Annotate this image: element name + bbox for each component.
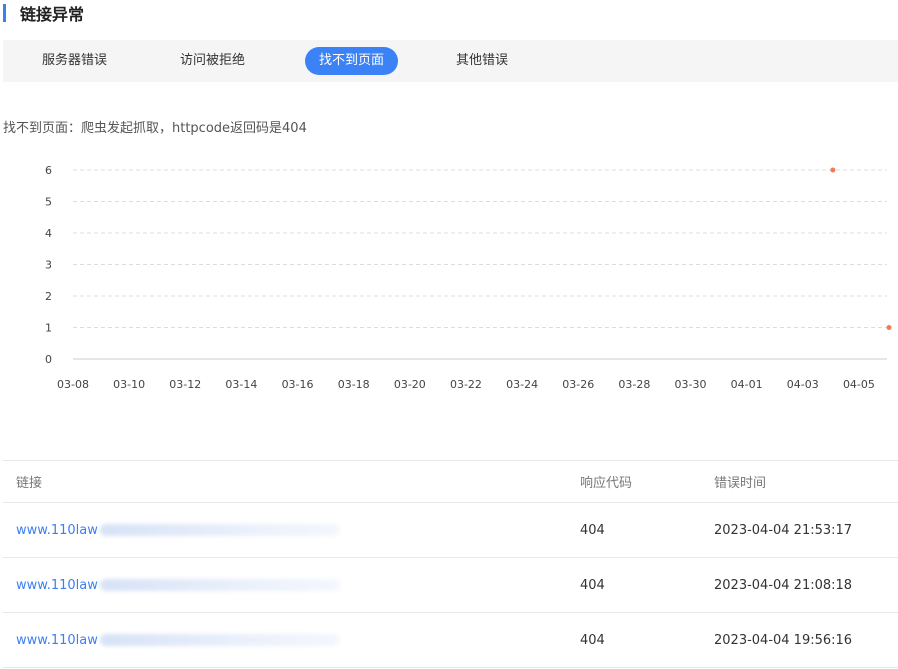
row-link[interactable]: www.110law bbox=[16, 633, 98, 648]
row-error-time: 2023-04-04 21:08:18 bbox=[714, 577, 853, 593]
title-accent-bar bbox=[3, 4, 6, 22]
x-tick-label: 03-12 bbox=[169, 378, 201, 391]
row-link-cell: www.110law bbox=[16, 503, 340, 557]
header-link: 链接 bbox=[16, 476, 43, 491]
x-tick-label: 03-16 bbox=[282, 378, 314, 391]
tab-access-denied[interactable]: 访问被拒绝 bbox=[180, 47, 245, 75]
link-anomaly-panel: 链接异常 服务器错误 访问被拒绝 找不到页面 其他错误 找不到页面：爬虫发起抓取… bbox=[0, 0, 898, 669]
x-tick-label: 03-24 bbox=[506, 378, 538, 391]
tab-other-errors[interactable]: 其他错误 bbox=[456, 47, 508, 75]
x-tick-label: 04-05 bbox=[843, 378, 875, 391]
x-tick-label: 03-14 bbox=[225, 378, 257, 391]
y-tick-label: 1 bbox=[45, 322, 52, 335]
row-response-code: 404 bbox=[580, 522, 605, 538]
table-row: www.110law 404 2023-04-04 21:53:17 bbox=[3, 503, 898, 558]
redacted-url-blur bbox=[99, 579, 340, 591]
header-error-time: 错误时间 bbox=[714, 476, 767, 491]
row-link-cell: www.110law bbox=[16, 613, 340, 667]
table-header: 链接 响应代码 错误时间 bbox=[3, 461, 898, 503]
row-link[interactable]: www.110law bbox=[16, 578, 98, 593]
row-error-time: 2023-04-04 19:56:16 bbox=[714, 632, 853, 648]
y-tick-label: 3 bbox=[45, 259, 52, 272]
row-response-code: 404 bbox=[580, 632, 605, 648]
y-tick-label: 0 bbox=[45, 353, 52, 366]
error-count-chart: 0 1 2 3 4 5 6 03-08 03-10 03-12 03-14 03-16 03-18 03-… bbox=[45, 164, 892, 391]
row-error-time: 2023-04-04 21:53:17 bbox=[714, 522, 853, 538]
row-response-code: 404 bbox=[580, 577, 605, 593]
redacted-url-blur bbox=[99, 524, 340, 536]
error-links-table: 链接 响应代码 错误时间 www.110law 404 2023-04-04 2… bbox=[3, 460, 898, 668]
header-response-code: 响应代码 bbox=[580, 476, 633, 491]
tab-page-not-found[interactable]: 找不到页面 bbox=[305, 47, 399, 75]
x-tick-label: 03-30 bbox=[675, 378, 707, 391]
row-link[interactable]: www.110law bbox=[16, 523, 98, 538]
table-row: www.110law 404 2023-04-04 21:08:18 bbox=[3, 558, 898, 613]
y-tick-label: 6 bbox=[45, 164, 52, 177]
x-tick-label: 03-26 bbox=[562, 378, 594, 391]
row-link-cell: www.110law bbox=[16, 558, 340, 612]
y-tick-label: 5 bbox=[45, 196, 52, 209]
section-header: 链接异常 bbox=[0, 0, 84, 26]
x-tick-label: 04-03 bbox=[787, 378, 819, 391]
table-row: www.110law 404 2023-04-04 19:56:16 bbox=[3, 613, 898, 668]
redacted-url-blur bbox=[99, 634, 340, 646]
x-tick-label: 03-22 bbox=[450, 378, 482, 391]
x-tick-label: 03-28 bbox=[618, 378, 650, 391]
data-point bbox=[830, 167, 836, 173]
x-tick-label: 03-10 bbox=[113, 378, 145, 391]
section-title: 链接异常 bbox=[20, 5, 85, 24]
x-tick-label: 04-01 bbox=[731, 378, 763, 391]
data-point bbox=[886, 325, 892, 330]
x-tick-label: 03-20 bbox=[394, 378, 426, 391]
y-tick-label: 4 bbox=[45, 227, 52, 240]
x-tick-label: 03-08 bbox=[57, 378, 89, 391]
error-type-tabs: 服务器错误 访问被拒绝 找不到页面 其他错误 bbox=[3, 40, 898, 82]
y-tick-label: 2 bbox=[45, 290, 52, 303]
x-tick-label: 03-18 bbox=[338, 378, 370, 391]
tab-description: 找不到页面：爬虫发起抓取，httpcode返回码是404 bbox=[3, 121, 307, 136]
tab-server-error[interactable]: 服务器错误 bbox=[42, 47, 107, 75]
